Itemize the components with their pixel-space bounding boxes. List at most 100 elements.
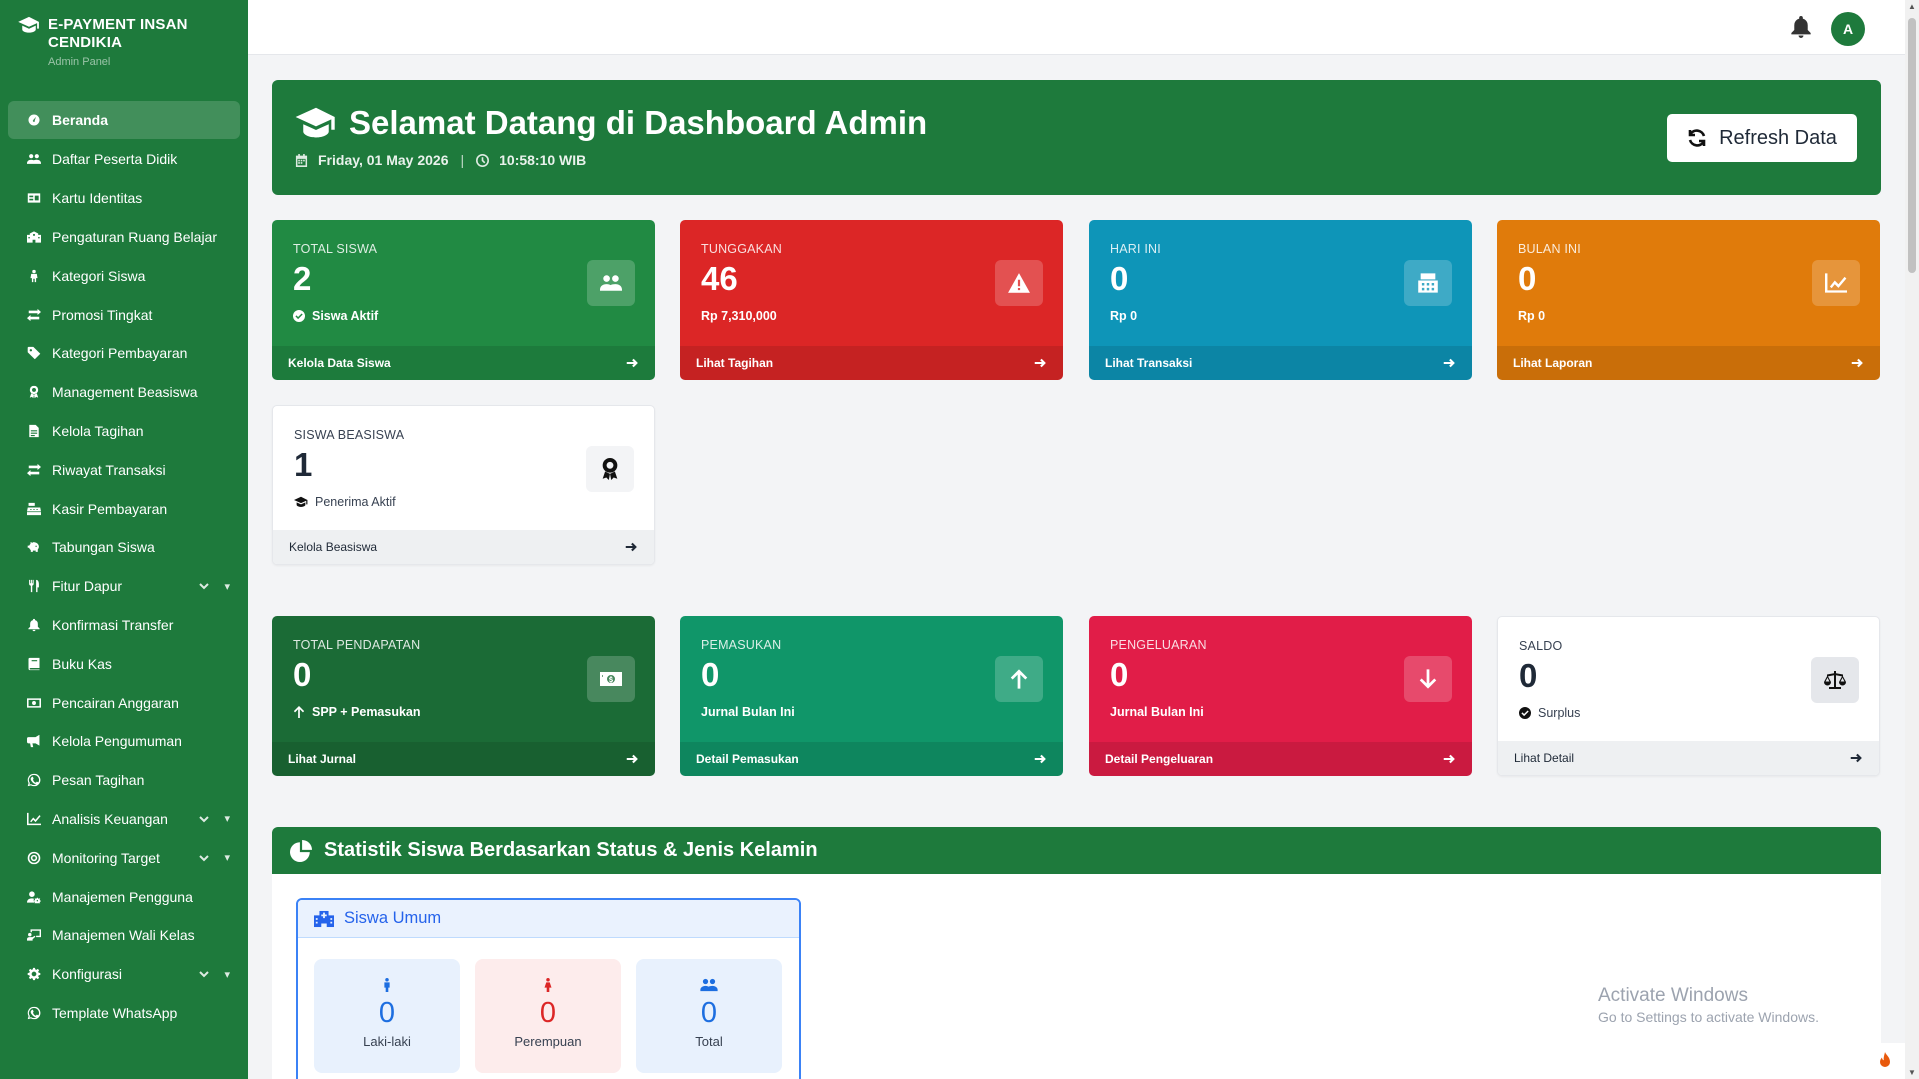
- check-circle-icon: [1519, 707, 1531, 719]
- card-value: 0: [1110, 656, 1129, 693]
- sidebar-item-buku-kas[interactable]: Buku Kas: [8, 644, 240, 683]
- bell-icon: [26, 617, 42, 633]
- floating-widget[interactable]: [1865, 1043, 1905, 1079]
- lihat-laporan-link[interactable]: Lihat Laporan: [1497, 346, 1880, 380]
- user-avatar[interactable]: A: [1831, 12, 1865, 46]
- sidebar-item-label: Manajemen Wali Kelas: [52, 927, 195, 944]
- sidebar-item-konfirmasi-transfer[interactable]: Konfirmasi Transfer: [8, 606, 240, 645]
- lihat-transaksi-link[interactable]: Lihat Transaksi: [1089, 346, 1472, 380]
- sidebar-item-konfigurasi[interactable]: Konfigurasi ▾: [8, 955, 240, 994]
- laki-laki-box: 0 Laki-laki: [314, 959, 460, 1073]
- sidebar-item-pengaturan-ruang-belajar[interactable]: Pengaturan Ruang Belajar: [8, 218, 240, 257]
- welcome-banner: Selamat Datang di Dashboard Admin Friday…: [272, 80, 1881, 195]
- card-label: TUNGGAKAN: [701, 242, 782, 256]
- sidebar-item-kasir-pembayaran[interactable]: Kasir Pembayaran: [8, 489, 240, 528]
- sidebar-item-fitur-dapur[interactable]: Fitur Dapur ▾: [8, 567, 240, 606]
- sidebar-item-management-beasiswa[interactable]: Management Beasiswa: [8, 373, 240, 412]
- chevron-down-icon[interactable]: ▾: [198, 968, 230, 981]
- chevron-down-icon[interactable]: ▾: [198, 580, 230, 593]
- sidebar-item-kategori-pembayaran[interactable]: Kategori Pembayaran: [8, 334, 240, 373]
- lihat-jurnal-link[interactable]: Lihat Jurnal: [272, 742, 655, 776]
- card-link-label: Lihat Jurnal: [288, 752, 357, 766]
- kelola-data-siswa-link[interactable]: Kelola Data Siswa: [272, 346, 655, 380]
- sidebar-item-kelola-tagihan[interactable]: Kelola Tagihan: [8, 412, 240, 451]
- card-link-label: Detail Pemasukan: [696, 752, 799, 766]
- sidebar-item-kartu-identitas[interactable]: Kartu Identitas: [8, 179, 240, 218]
- card-hari-ini: HARI INI 0 Rp 0 Lihat Transaksi: [1089, 220, 1472, 380]
- siswa-umum-panel: Siswa Umum 0 Laki-laki 0 Perempuan 0 Tot…: [296, 898, 801, 1079]
- sidebar-item-beranda[interactable]: Beranda: [8, 101, 240, 139]
- activate-windows-watermark: Activate Windows Go to Settings to activ…: [1598, 985, 1819, 1025]
- brand: E-PAYMENT INSAN CENDIKIA Admin Panel: [0, 0, 248, 76]
- id-card-icon: [26, 190, 42, 206]
- scroll-up-arrow-icon[interactable]: ▲: [1908, 2, 1916, 11]
- sidebar-item-label: Management Beasiswa: [52, 384, 198, 401]
- welcome-title: Selamat Datang di Dashboard Admin: [349, 104, 928, 141]
- page-scrollbar[interactable]: ▲ ▼: [1905, 0, 1919, 1079]
- card-sub: Rp 7,310,000: [701, 309, 777, 323]
- arrow-right-icon: [1849, 751, 1863, 765]
- card-label: SISWA BEASISWA: [294, 428, 405, 442]
- balance-scale-icon: [1824, 669, 1846, 691]
- users-icon: [600, 272, 622, 294]
- arrow-right-icon: [625, 752, 639, 766]
- money-bill-icon: [600, 668, 622, 690]
- sidebar-item-kelola-pengumuman[interactable]: Kelola Pengumuman: [8, 722, 240, 761]
- total-box: 0 Total: [636, 959, 782, 1073]
- graduation-cap-icon: [294, 496, 308, 508]
- sidebar-item-label: Pencairan Anggaran: [52, 694, 179, 711]
- detail-pengeluaran-link[interactable]: Detail Pengeluaran: [1089, 742, 1472, 776]
- sidebar-item-label: Beranda: [52, 112, 109, 128]
- card-label: SALDO: [1519, 639, 1563, 653]
- card-link-label: Kelola Data Siswa: [288, 356, 391, 370]
- card-label: PENGELUARAN: [1110, 638, 1207, 652]
- chevron-down-icon[interactable]: ▾: [198, 812, 230, 825]
- card-label: TOTAL PENDAPATAN: [293, 638, 421, 652]
- card-label: TOTAL SISWA: [293, 242, 378, 256]
- sidebar-item-template-whatsapp[interactable]: Template WhatsApp: [8, 994, 240, 1033]
- lihat-tagihan-link[interactable]: Lihat Tagihan: [680, 346, 1063, 380]
- arrow-right-icon: [1850, 356, 1864, 370]
- sidebar-item-kategori-siswa[interactable]: Kategori Siswa: [8, 256, 240, 295]
- target-icon: [26, 850, 42, 866]
- arrow-right-icon: [1033, 356, 1047, 370]
- card-sub: Jurnal Bulan Ini: [701, 705, 795, 719]
- calendar-icon: [295, 154, 308, 167]
- detail-pemasukan-link[interactable]: Detail Pemasukan: [680, 742, 1063, 776]
- teacher-icon: [26, 927, 42, 943]
- sidebar-item-pencairan-anggaran[interactable]: Pencairan Anggaran: [8, 683, 240, 722]
- scroll-down-arrow-icon[interactable]: ▼: [1908, 1068, 1916, 1077]
- chevron-down-icon[interactable]: ▾: [198, 851, 230, 864]
- lihat-detail-link[interactable]: Lihat Detail: [1498, 741, 1879, 775]
- sidebar-item-label: Tabungan Siswa: [52, 539, 155, 556]
- sidebar-item-analisis-keuangan[interactable]: Analisis Keuangan ▾: [8, 800, 240, 839]
- sidebar-item-label: Fitur Dapur: [52, 578, 123, 595]
- card-link-label: Lihat Transaksi: [1105, 356, 1193, 370]
- card-sub: Rp 0: [1518, 309, 1546, 323]
- sidebar-item-promosi-tingkat[interactable]: Promosi Tingkat: [8, 295, 240, 334]
- sidebar-item-manajemen-pengguna[interactable]: Manajemen Pengguna: [8, 877, 240, 916]
- current-date: Friday, 01 May 2026: [318, 152, 449, 168]
- sidebar-item-manajemen-wali-kelas[interactable]: Manajemen Wali Kelas: [8, 916, 240, 955]
- sidebar-item-label: Kasir Pembayaran: [52, 500, 168, 517]
- whatsapp-icon: [26, 772, 42, 788]
- tag-icon: [26, 345, 42, 361]
- sidebar-item-riwayat-transaksi[interactable]: Riwayat Transaksi: [8, 450, 240, 489]
- kelola-beasiswa-link[interactable]: Kelola Beasiswa: [273, 530, 654, 564]
- card-value: 2: [293, 260, 312, 297]
- refresh-data-button[interactable]: Refresh Data: [1667, 114, 1857, 162]
- sidebar-item-tabungan-siswa[interactable]: Tabungan Siswa: [8, 528, 240, 567]
- sidebar-item-monitoring-target[interactable]: Monitoring Target ▾: [8, 838, 240, 877]
- sidebar-item-daftar-peserta-didik[interactable]: Daftar Peserta Didik: [8, 140, 240, 179]
- sidebar-item-label: Pesan Tagihan: [52, 772, 145, 789]
- topbar: A: [248, 0, 1905, 55]
- arrow-right-icon: [1442, 356, 1456, 370]
- sidebar-item-pesan-tagihan[interactable]: Pesan Tagihan: [8, 761, 240, 800]
- card-sub: SPP + Pemasukan: [312, 705, 421, 719]
- notification-bell-icon[interactable]: [1791, 16, 1811, 38]
- scroll-thumb[interactable]: [1908, 18, 1916, 273]
- cash-register-icon: [26, 501, 42, 517]
- chart-line-icon: [1825, 272, 1847, 294]
- invoice-icon: [26, 423, 42, 439]
- card-value: 0: [1519, 657, 1538, 694]
